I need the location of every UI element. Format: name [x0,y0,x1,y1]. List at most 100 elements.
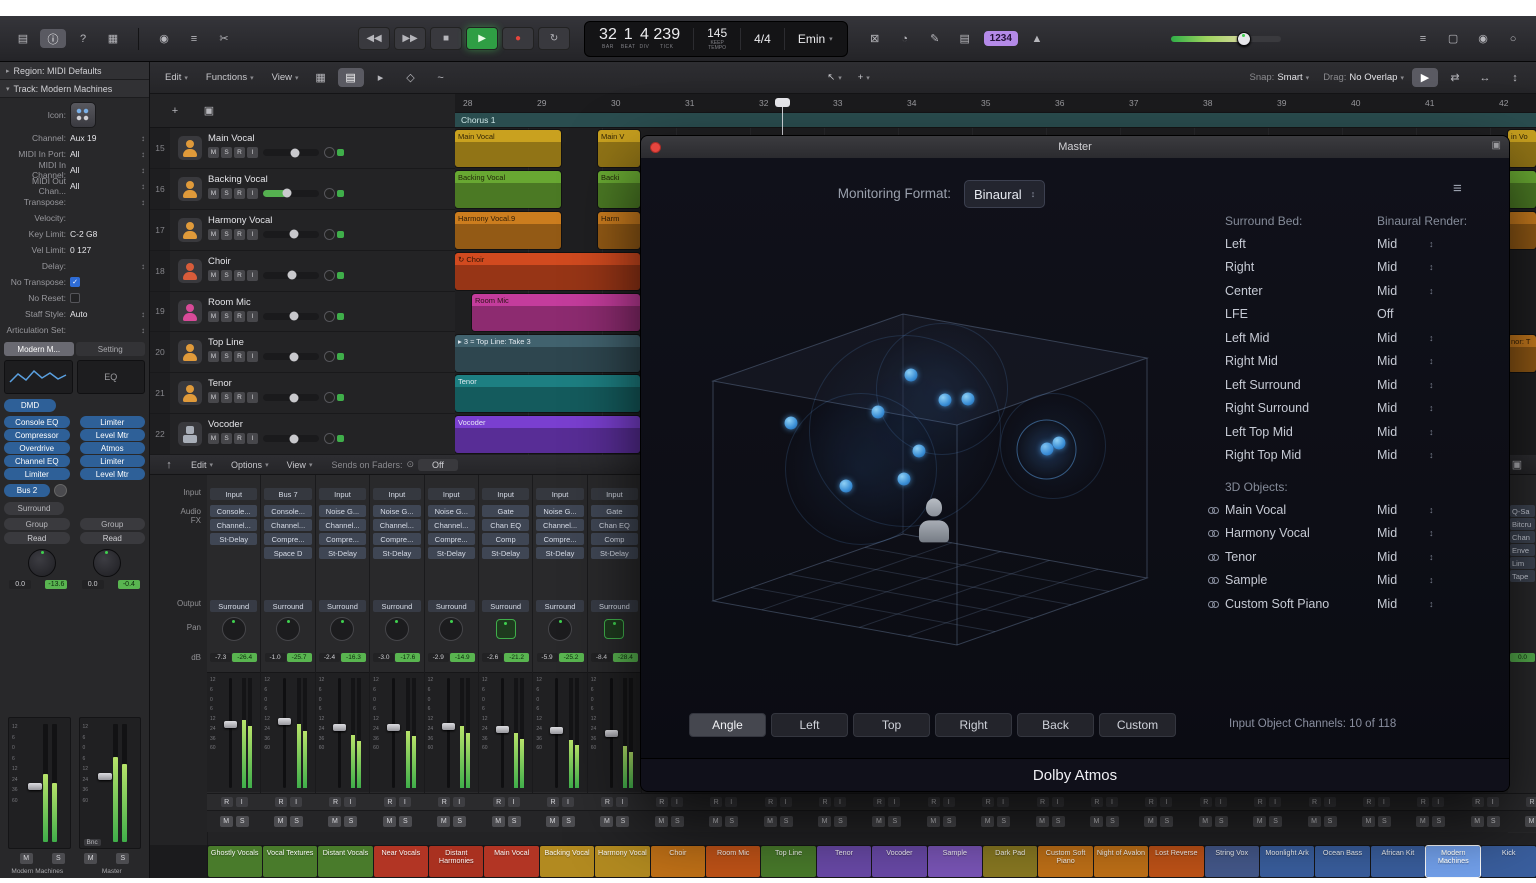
region[interactable]: Room Mic [472,294,640,331]
record-enable-button[interactable]: R [234,392,245,403]
stepper-icon[interactable]: ↕ [1429,552,1434,562]
audio-object-sphere[interactable] [840,480,853,493]
channel-fader[interactable]: 12 6 0 6 12 24 36 60 [425,672,478,792]
dmd-plugin-button[interactable]: DMD [4,399,56,412]
mute-button[interactable]: M [1090,816,1103,827]
fader-cap[interactable] [550,727,563,734]
mixer-track-name[interactable]: Vocal Textures [263,846,317,877]
record-enable-button[interactable]: R [656,797,668,807]
render-setting-value[interactable]: Mid [1377,378,1429,392]
record-enable-button[interactable]: R [1417,797,1429,807]
solo-button[interactable]: S [221,188,232,199]
input-monitor-button[interactable]: I [780,797,792,807]
solo-button[interactable]: S [221,392,232,403]
input-monitor-button[interactable]: I [1487,797,1499,807]
mixer-track-name[interactable]: Distant Vocals [318,846,372,877]
mute-button[interactable]: M [383,816,396,827]
record-enable-button[interactable]: R [1037,797,1049,807]
input-monitor-button[interactable]: I [725,797,737,807]
arrange-tool-icon[interactable]: ◇ [398,68,424,87]
view-angle-button[interactable]: Angle [689,713,766,737]
solo-button[interactable]: S [997,816,1010,827]
mixer-channel[interactable]: Input Noise G... Channel... Compre... St… [370,475,424,793]
mute-button[interactable]: M [1525,816,1536,827]
bed-channel-row[interactable]: Left Mid Mid ↕ [1207,326,1479,350]
solo-button[interactable]: S [221,147,232,158]
solo-button[interactable]: S [1106,816,1119,827]
audio-fx-slot[interactable]: Chan [1510,531,1535,543]
control-bar-right-icon[interactable]: ○ [1500,29,1526,48]
region[interactable]: Harmony Vocal.9 [455,212,561,249]
mute-button[interactable]: M [818,816,831,827]
stepper-icon[interactable]: ↕ [1429,403,1434,413]
plugin-slot-button[interactable]: Compressor [4,429,70,441]
record-enable-button[interactable]: R [601,797,613,807]
mute-button[interactable]: M [981,816,994,827]
playhead-handle[interactable] [775,98,790,107]
channel-input-slot[interactable]: Input [591,488,638,500]
mute-button[interactable]: M [208,188,219,199]
mute-button[interactable]: M [1308,816,1321,827]
audio-fx-slot[interactable]: Noise G... [319,505,366,517]
channel-curve-thumbnail[interactable] [4,360,73,394]
record-enable-button[interactable]: R [384,797,396,807]
render-setting-value[interactable]: Mid [1377,526,1429,540]
master-strip-fader[interactable]: 12 6 0 6 12 24 36 60 Bnc [79,717,142,849]
channel-output-slot[interactable]: Surround [264,600,311,612]
mixer-track-name[interactable]: Ghostly Vocals [208,846,262,877]
bus-send-button[interactable]: Bus 2 [4,484,50,497]
inspector-field[interactable]: Key Limit: C-2 G8 [4,226,145,242]
track-header[interactable]: 18 Choir M S R I [150,251,455,292]
render-setting-value[interactable]: Mid [1377,401,1429,415]
view-angle-button[interactable]: Back [1017,713,1094,737]
record-enable-button[interactable]: R [710,797,722,807]
mixer-menu[interactable]: View [280,458,320,472]
mixer-track-name[interactable]: Night of Avalon [1094,846,1148,877]
audio-fx-slot[interactable]: Enve [1510,544,1535,556]
audio-object-sphere[interactable] [785,417,798,430]
mute-button[interactable]: M [1144,816,1157,827]
channel-fader[interactable]: 12 6 0 6 12 24 36 60 [588,672,641,792]
region[interactable]: ↻ Choir [455,253,640,290]
view-toggle-icon[interactable]: ✂ [211,29,237,48]
slider-knob[interactable] [289,393,298,402]
solo-button[interactable]: S [1487,816,1500,827]
region[interactable]: Vocoder [455,416,640,453]
input-monitor-button[interactable]: I [236,797,248,807]
channel-fader[interactable]: 12 6 0 6 12 24 36 60 [316,672,369,792]
channel-input-slot[interactable]: Input [210,488,257,500]
slider-knob[interactable] [289,230,298,239]
input-monitor-button[interactable]: I [997,797,1009,807]
inspector-tab[interactable]: Modern M... [4,342,74,356]
object-row[interactable]: Harmony Vocal Mid ↕ [1207,522,1479,546]
control-bar-icon[interactable]: ▦ [100,29,126,48]
stepper-icon[interactable]: ↕ [1429,286,1434,296]
region[interactable]: Tenor [455,375,640,412]
render-setting-value[interactable]: Mid [1377,331,1429,345]
region[interactable]: in Vo [1508,130,1536,167]
bed-channel-row[interactable]: Right Surround Mid ↕ [1207,397,1479,421]
record-enable-button[interactable]: R [493,797,505,807]
plugin-slot-button[interactable]: Limiter [80,455,146,467]
stepper-icon[interactable]: ↕ [1429,333,1434,343]
input-monitor-button[interactable]: I [1324,797,1336,807]
volume-slider[interactable] [263,190,319,197]
mute-button[interactable]: M [1471,816,1484,827]
arrange-menu[interactable]: Functions [199,70,261,85]
input-monitor-button[interactable]: I [247,433,258,444]
audio-fx-slot[interactable]: Compre... [264,533,311,545]
mute-button[interactable]: M [84,853,97,864]
input-monitor-button[interactable]: I [888,797,900,807]
solo-button[interactable]: S [1378,816,1391,827]
track-header-config-icon[interactable]: ▣ [196,101,222,120]
region[interactable]: Main V [598,130,640,167]
track-header[interactable]: 19 Room Mic M S R I [150,292,455,333]
channel-input-slot[interactable]: Input [536,488,583,500]
input-monitor-button[interactable]: I [562,797,574,807]
audio-fx-slot[interactable]: St-Delay [373,547,420,559]
input-monitor-button[interactable]: I [1215,797,1227,807]
power-icon[interactable]: ⊙ [407,459,415,470]
channel-input-slot[interactable]: Input [319,488,366,500]
transport-button[interactable]: ● [502,27,534,50]
input-monitor-button[interactable]: I [834,797,846,807]
